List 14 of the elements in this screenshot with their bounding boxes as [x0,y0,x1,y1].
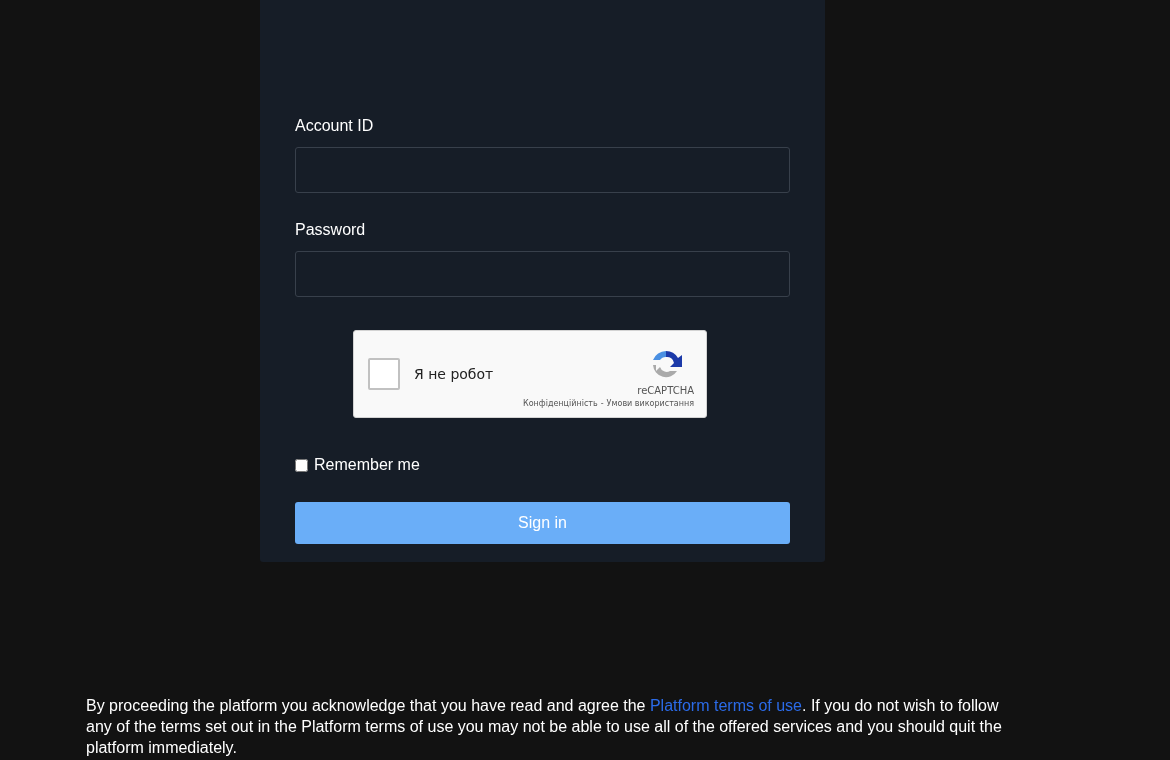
field-label: Account ID [295,117,374,136]
terms-link[interactable]: Умови використання [606,398,694,408]
terms-link[interactable]: Platform terms of use [649,697,802,714]
recaptcha-brand: reCAPTCHA [637,384,694,396]
separator: - [600,398,604,408]
input-field[interactable] [295,251,790,297]
captcha-checkbox[interactable] [368,358,400,390]
remember-label: Remember me [314,456,420,474]
captcha-label: Я не робот [414,366,495,382]
privacy-link[interactable]: Конфіденційність [523,398,598,408]
field-label: Password [295,221,366,240]
remember-checkbox[interactable] [295,458,308,472]
input-field[interactable] [295,147,790,193]
terms-notice: By proceeding the platform you acknowledge that you have read and agree the Platform terms of use. If you do not wish to follow any of the terms set out in the Platform terms of use you may not be able to use all of the offered services and you should quit the platform immediately. [86,696,1003,758]
